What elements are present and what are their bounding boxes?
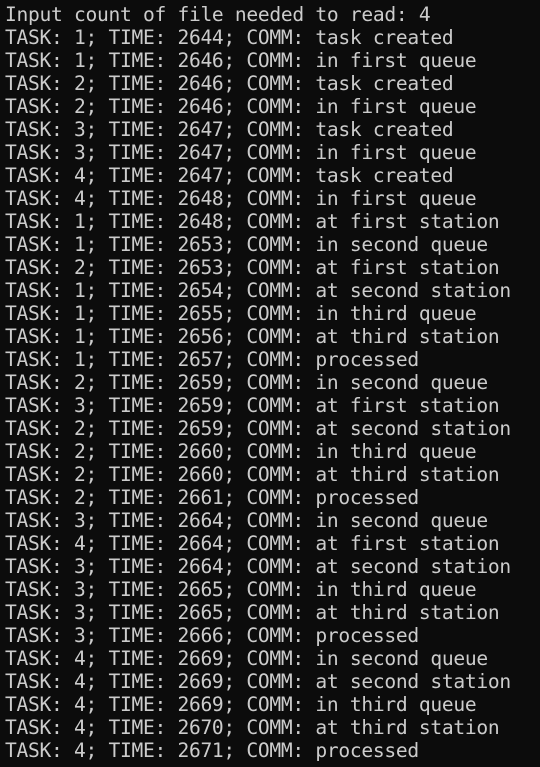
- terminal-output: Input count of file needed to read: 4 TA…: [5, 3, 511, 762]
- terminal-line: TASK: 4; TIME: 2670; COMM: at third stat…: [5, 716, 500, 739]
- terminal-line: TASK: 2; TIME: 2661; COMM: processed: [5, 486, 419, 509]
- terminal-line: TASK: 3; TIME: 2647; COMM: task created: [5, 118, 454, 141]
- terminal-line: TASK: 3; TIME: 2664; COMM: in second que…: [5, 509, 488, 532]
- terminal-line: TASK: 2; TIME: 2660; COMM: at third stat…: [5, 463, 500, 486]
- terminal-line: TASK: 4; TIME: 2669; COMM: at second sta…: [5, 670, 511, 693]
- terminal-line: TASK: 2; TIME: 2646; COMM: task created: [5, 72, 454, 95]
- terminal-line: TASK: 2; TIME: 2660; COMM: in third queu…: [5, 440, 477, 463]
- terminal-line: TASK: 1; TIME: 2656; COMM: at third stat…: [5, 325, 500, 348]
- terminal-line: TASK: 2; TIME: 2653; COMM: at first stat…: [5, 256, 500, 279]
- terminal-line: TASK: 4; TIME: 2647; COMM: task created: [5, 164, 454, 187]
- terminal-line: TASK: 4; TIME: 2671; COMM: processed: [5, 739, 419, 762]
- terminal-line: TASK: 1; TIME: 2646; COMM: in first queu…: [5, 49, 477, 72]
- terminal-line: TASK: 1; TIME: 2653; COMM: in second que…: [5, 233, 488, 256]
- terminal-line: TASK: 4; TIME: 2669; COMM: in third queu…: [5, 693, 477, 716]
- terminal-line: TASK: 2; TIME: 2659; COMM: in second que…: [5, 371, 488, 394]
- terminal-line: TASK: 1; TIME: 2644; COMM: task created: [5, 26, 454, 49]
- terminal-line: TASK: 3; TIME: 2659; COMM: at first stat…: [5, 394, 500, 417]
- terminal-line: TASK: 2; TIME: 2646; COMM: in first queu…: [5, 95, 477, 118]
- terminal-line: TASK: 1; TIME: 2648; COMM: at first stat…: [5, 210, 500, 233]
- terminal-line: TASK: 3; TIME: 2666; COMM: processed: [5, 624, 419, 647]
- terminal-line: TASK: 1; TIME: 2657; COMM: processed: [5, 348, 419, 371]
- terminal-line: TASK: 3; TIME: 2665; COMM: in third queu…: [5, 578, 477, 601]
- terminal-line: TASK: 3; TIME: 2664; COMM: at second sta…: [5, 555, 511, 578]
- terminal-line-prompt: Input count of file needed to read: 4: [5, 3, 431, 26]
- terminal-line: TASK: 2; TIME: 2659; COMM: at second sta…: [5, 417, 511, 440]
- terminal-line: TASK: 3; TIME: 2665; COMM: at third stat…: [5, 601, 500, 624]
- terminal-line: TASK: 3; TIME: 2647; COMM: in first queu…: [5, 141, 477, 164]
- terminal-line: TASK: 1; TIME: 2654; COMM: at second sta…: [5, 279, 511, 302]
- terminal-line: TASK: 4; TIME: 2664; COMM: at first stat…: [5, 532, 500, 555]
- terminal-window[interactable]: Input count of file needed to read: 4 TA…: [0, 0, 540, 767]
- terminal-line: TASK: 4; TIME: 2669; COMM: in second que…: [5, 647, 488, 670]
- terminal-line: TASK: 4; TIME: 2648; COMM: in first queu…: [5, 187, 477, 210]
- terminal-line: TASK: 1; TIME: 2655; COMM: in third queu…: [5, 302, 477, 325]
